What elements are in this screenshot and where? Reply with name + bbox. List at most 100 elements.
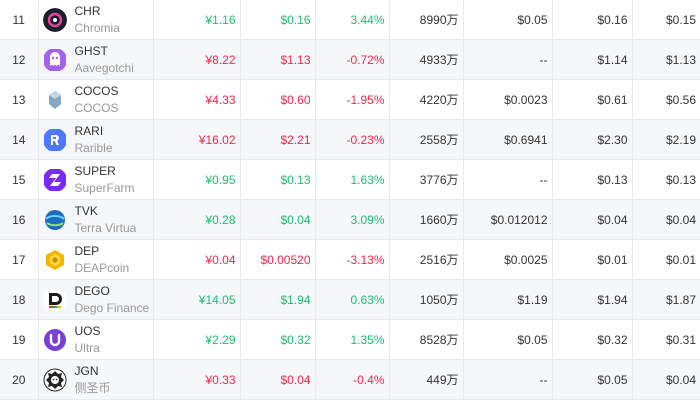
price-cny-cell: ¥0.95 — [152, 159, 240, 200]
coin-name: SuperFarm — [74, 180, 135, 195]
coin-cell[interactable]: UOS Ultra — [37, 319, 153, 360]
table-row-17[interactable]: 17 DEP DEAPcoin ¥0.04 $0.00520 -3.13% 25… — [0, 239, 700, 280]
change-cell: 1.63% — [314, 159, 389, 200]
coin-symbol[interactable]: TVK — [75, 203, 137, 220]
change-cell: -3.13% — [314, 239, 389, 280]
coin-name: COCOS — [74, 100, 119, 115]
value-cell-7: $0.13 — [631, 159, 700, 200]
value-cell-6: $1.94 — [551, 279, 632, 320]
coin-name: Terra Virtua — [74, 220, 137, 235]
volume-cell: 1660万 — [388, 199, 463, 240]
change-cell: 3.44% — [314, 0, 389, 40]
value-cell-7: $0.04 — [631, 359, 700, 400]
value-cell-6: $0.01 — [551, 239, 632, 280]
coin-cell[interactable]: CHR Chromia — [37, 0, 153, 40]
rank-cell: 19 — [0, 319, 38, 360]
value-cell-6: $0.13 — [551, 159, 632, 200]
coin-name: Rarible — [74, 140, 113, 155]
jgn-lion-icon — [43, 368, 67, 392]
table-row-20[interactable]: 20 JGN 侧圣币 ¥0.33 $0.04 -0.4% 449万 -- $0.… — [0, 359, 700, 400]
table-row-16[interactable]: 16 TVK Terra Virtua ¥0.28 $0.04 3.09% 16… — [0, 199, 700, 240]
price-cny-cell: ¥14.05 — [152, 279, 240, 320]
rank-cell: 12 — [0, 39, 38, 80]
volume-cell: 2558万 — [388, 119, 463, 160]
table-row-11[interactable]: 11 CHR Chromia ¥1.16 $0.16 3.44% 8990万 $… — [0, 0, 700, 40]
coin-name: 侧圣币 — [74, 380, 111, 395]
table-row-14[interactable]: 14 RARI Rarible ¥16.02 $2.21 -0.23% 2558… — [0, 119, 700, 160]
coin-cell[interactable]: TVK Terra Virtua — [37, 199, 153, 240]
value-cell-6: $0.05 — [551, 359, 632, 400]
rank-cell: 16 — [0, 199, 38, 240]
change-cell: -0.4% — [314, 359, 389, 400]
value-cell-5: -- — [462, 159, 552, 200]
table-row-18[interactable]: 18 DEGO Dego Finance ¥14.05 $1.94 0.63% … — [0, 279, 700, 320]
price-cny-cell: ¥2.29 — [152, 319, 240, 360]
volume-cell: 8990万 — [388, 0, 463, 40]
rank-cell: 11 — [0, 0, 38, 40]
coin-symbol[interactable]: DEGO — [75, 283, 150, 300]
price-usd-cell: $0.13 — [239, 159, 315, 200]
value-cell-7: $0.15 — [631, 0, 700, 40]
price-cny-cell: ¥0.28 — [152, 199, 240, 240]
coin-symbol[interactable]: RARI — [75, 123, 113, 140]
price-cny-cell: ¥0.04 — [152, 239, 240, 280]
coin-symbol[interactable]: DEP — [75, 243, 130, 260]
rank-cell: 18 — [0, 279, 38, 320]
rank-cell: 14 — [0, 119, 38, 160]
change-cell: 1.35% — [314, 319, 389, 360]
price-usd-cell: $0.60 — [239, 79, 315, 120]
coin-symbol[interactable]: SUPER — [75, 163, 135, 180]
coin-cell[interactable]: DEGO Dego Finance — [37, 279, 153, 320]
price-usd-cell: $2.21 — [239, 119, 315, 160]
change-cell: -0.23% — [314, 119, 389, 160]
rank-cell: 13 — [0, 79, 38, 120]
coin-cell[interactable]: COCOS COCOS — [37, 79, 153, 120]
value-cell-6: $0.16 — [551, 0, 632, 40]
table-row-15[interactable]: 15 SUPER SuperFarm ¥0.95 $0.13 1.63% 377… — [0, 159, 700, 200]
rank-cell: 15 — [0, 159, 38, 200]
price-cny-cell: ¥4.33 — [152, 79, 240, 120]
table-row-19[interactable]: 19 UOS Ultra ¥2.29 $0.32 1.35% 8528万 $0.… — [0, 319, 700, 360]
value-cell-7: $1.87 — [631, 279, 700, 320]
value-cell-5: -- — [462, 359, 552, 400]
volume-cell: 449万 — [388, 359, 463, 400]
table-row-13[interactable]: 13 COCOS COCOS ¥4.33 $0.60 -1.95% 4220万 … — [0, 79, 700, 120]
value-cell-6: $0.32 — [551, 319, 632, 360]
coin-name: Aavegotchi — [74, 60, 134, 75]
volume-cell: 4933万 — [388, 39, 463, 80]
coin-symbol[interactable]: JGN — [75, 363, 111, 380]
coin-cell[interactable]: SUPER SuperFarm — [37, 159, 153, 200]
coin-symbol[interactable]: CHR — [75, 3, 120, 20]
chromia-icon — [42, 7, 67, 32]
ultra-icon — [43, 328, 67, 352]
value-cell-5: $0.0023 — [462, 79, 552, 120]
price-usd-cell: $0.04 — [239, 199, 315, 240]
coin-cell[interactable]: JGN 侧圣币 — [37, 359, 153, 400]
table-row-12[interactable]: 12 GHST Aavegotchi ¥8.22 $1.13 -0.72% 49… — [0, 39, 700, 80]
volume-cell: 1050万 — [388, 279, 463, 320]
value-cell-6: $0.04 — [551, 199, 632, 240]
coin-ranking-table: 11 CHR Chromia ¥1.16 $0.16 3.44% 8990万 $… — [0, 0, 700, 400]
deapcoin-icon — [43, 248, 67, 272]
coin-symbol[interactable]: UOS — [75, 323, 101, 340]
cocos-icon — [42, 87, 67, 112]
price-usd-cell: $1.94 — [239, 279, 315, 320]
value-cell-6: $2.30 — [551, 119, 632, 160]
value-cell-5: $1.19 — [462, 279, 552, 320]
coin-cell[interactable]: GHST Aavegotchi — [37, 39, 153, 80]
coin-symbol[interactable]: GHST — [75, 43, 134, 60]
price-cny-cell: ¥0.33 — [152, 359, 240, 400]
coin-name: Ultra — [74, 340, 100, 355]
change-cell: 3.09% — [314, 199, 389, 240]
coin-name: Dego Finance — [74, 300, 150, 315]
price-usd-cell: $0.32 — [239, 319, 315, 360]
change-cell: -0.72% — [314, 39, 389, 80]
price-cny-cell: ¥1.16 — [152, 0, 240, 40]
value-cell-7: $0.04 — [631, 199, 700, 240]
value-cell-5: $0.05 — [462, 319, 552, 360]
coin-symbol[interactable]: COCOS — [75, 83, 119, 100]
value-cell-7: $0.01 — [631, 239, 700, 280]
coin-cell[interactable]: RARI Rarible — [37, 119, 153, 160]
coin-cell[interactable]: DEP DEAPcoin — [37, 239, 153, 280]
price-usd-cell: $0.00520 — [239, 239, 315, 280]
